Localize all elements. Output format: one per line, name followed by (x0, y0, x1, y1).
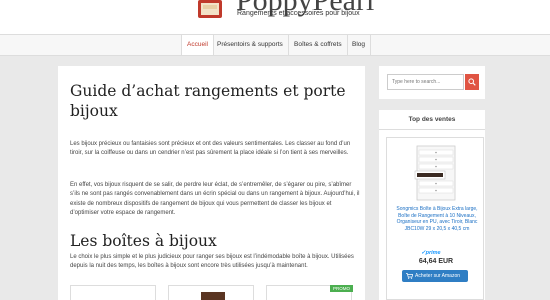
nav-item-boites[interactable]: Boîtes & coffrets (289, 35, 348, 55)
product-card: Songmics Boîte à Bijoux Extra large, Boî… (386, 137, 484, 300)
site-header: PoppyPearl Rangements et accessoires pou… (0, 0, 550, 34)
top-sales-widget: Top des ventes Songmics Boîte à Bijoux E… (379, 110, 485, 300)
jewelry-box-logo-icon[interactable] (196, 0, 224, 18)
cart-icon (406, 273, 413, 279)
search-input[interactable]: Type here to search... (387, 74, 464, 90)
section-heading: Les boîtes à bijoux (70, 232, 217, 250)
product-thumbnail[interactable] (70, 285, 156, 300)
product-title-link[interactable]: Songmics Boîte à Bijoux Extra large, Boî… (393, 206, 481, 232)
buy-on-amazon-button[interactable]: Acheter sur Amazon (402, 270, 468, 282)
main-content: Guide d’achat rangements et porte bijoux… (58, 66, 365, 300)
buy-button-label: Acheter sur Amazon (415, 273, 461, 279)
nav-item-presentoirs[interactable]: Présentoirs & supports (212, 35, 289, 55)
jewelry-box-product-image[interactable] (413, 144, 459, 204)
jewelry-box-image-icon (201, 292, 225, 300)
product-thumbnail[interactable] (168, 285, 254, 300)
search-widget: Type here to search... (379, 66, 485, 99)
nav-item-blog[interactable]: Blog (347, 35, 372, 55)
intro-paragraph: Les bijoux précieux ou fantaisies sont p… (70, 141, 351, 157)
nav-item-accueil[interactable]: Accueil (181, 35, 214, 55)
body-paragraph: En effet, vos bijoux risquent de se sali… (70, 182, 360, 216)
prime-badge: ✓prime (421, 250, 441, 256)
page-title: Guide d’achat rangements et porte bijoux (70, 82, 346, 120)
product-price: 64,64 EUR (418, 258, 454, 265)
main-navigation: Accueil Présentoirs & supports Boîtes & … (0, 34, 550, 56)
section-paragraph: Le choix le plus simple et le plus judic… (70, 254, 354, 270)
site-tagline: Rangements et accessoires pour bijoux (237, 10, 360, 17)
promo-badge: PROMO (330, 285, 354, 292)
search-icon (468, 78, 476, 86)
widget-title: Top des ventes (379, 110, 485, 130)
search-button[interactable] (465, 74, 479, 90)
